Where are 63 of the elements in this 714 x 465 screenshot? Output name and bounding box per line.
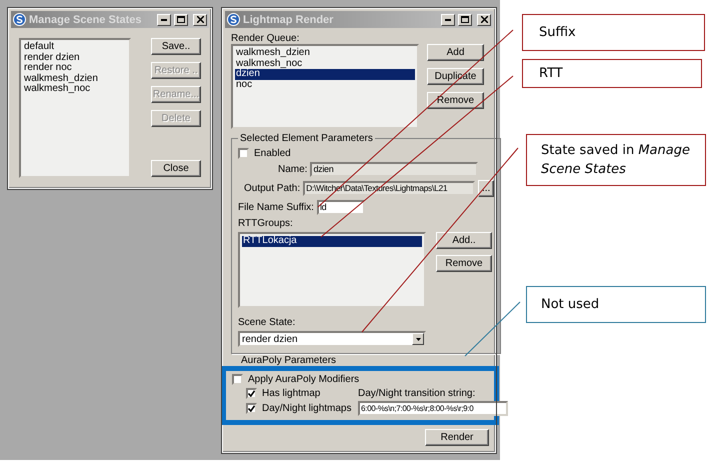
maximize-button[interactable]	[458, 14, 472, 26]
checkbox[interactable]	[232, 374, 243, 385]
list-item[interactable]: noc	[235, 80, 415, 90]
dropdown-button[interactable]	[412, 333, 424, 345]
app-icon	[13, 13, 26, 26]
minimize-icon	[445, 18, 451, 20]
window-title: Lightmap Render	[243, 14, 334, 26]
maximize-icon	[461, 16, 469, 23]
transition-field[interactable]: 6:00-%s\n;7:00-%s\r;8:00-%s\r;9:0	[358, 401, 508, 416]
list-item[interactable]: default	[23, 42, 127, 52]
field-label: File Name Suffix:	[238, 202, 314, 213]
checkbox-label: Has lightmap	[262, 388, 320, 399]
checkbox[interactable]	[246, 403, 257, 414]
checkbox-label: Enabled	[254, 148, 291, 159]
callout-text: RTT	[539, 66, 563, 81]
window-title: Manage Scene States	[29, 14, 142, 26]
field-label: Name:	[278, 164, 308, 175]
list-item[interactable]: render noc	[23, 63, 127, 74]
name-field[interactable]: dzien	[310, 162, 478, 177]
close-icon	[196, 16, 204, 23]
list-item[interactable]: walkmesh_dzien	[23, 74, 127, 84]
callout-text: Not used	[541, 297, 600, 312]
minimize-button[interactable]	[441, 14, 455, 26]
field-label: RTTGroups:	[238, 218, 294, 229]
close-icon	[480, 16, 488, 23]
browse-button[interactable]: ...	[478, 180, 494, 197]
dialog-button[interactable]: Save..	[151, 38, 201, 55]
list-item[interactable]: render dzien	[23, 52, 127, 63]
minimize-button[interactable]	[157, 14, 171, 26]
list-item[interactable]: walkmesh_dzien	[235, 48, 415, 58]
dialog-button[interactable]: Close	[151, 160, 201, 177]
list-item[interactable]: dzien	[235, 69, 415, 80]
checkbox[interactable]	[238, 148, 249, 159]
scene-state-dropdown[interactable]: render dzien	[238, 331, 426, 347]
list-item[interactable]: walkmesh_noc	[23, 84, 127, 94]
maximize-button[interactable]	[174, 14, 188, 26]
list-item[interactable]: walkmesh_noc	[235, 58, 415, 69]
group-title: AuraPoly Parameters	[240, 355, 338, 366]
dropdown-value: render dzien	[242, 334, 298, 344]
maximize-icon	[177, 16, 185, 23]
rtt-button[interactable]: Remove	[436, 255, 492, 272]
render-button[interactable]: Render	[425, 429, 489, 446]
caret-icon	[416, 338, 420, 340]
app-icon	[227, 13, 240, 26]
callout-text: Suffix	[539, 25, 576, 40]
close-button[interactable]	[477, 14, 491, 26]
check-icon	[248, 405, 255, 412]
callout-text: State saved in Manage Scene States	[541, 143, 690, 177]
queue-button[interactable]: Remove	[427, 92, 484, 109]
rtt-button[interactable]: Add..	[436, 232, 492, 249]
field-label: Scene State:	[238, 317, 296, 328]
checkbox-label: Day/Night lightmaps	[262, 403, 352, 414]
close-button[interactable]	[193, 14, 207, 26]
check-icon	[248, 390, 255, 397]
group-title: Selected Element Parameters	[239, 133, 374, 144]
field-label: Day/Night transition string:	[358, 388, 476, 399]
checkbox-label: Apply AuraPoly Modifiers	[248, 374, 360, 385]
list-item[interactable]: RTTLokacja	[242, 236, 422, 246]
field-label: Render Queue:	[231, 33, 300, 44]
field-label: Output Path:	[244, 183, 300, 194]
checkbox[interactable]	[246, 388, 257, 399]
minimize-icon	[161, 18, 167, 20]
queue-button[interactable]: Add	[427, 44, 484, 61]
